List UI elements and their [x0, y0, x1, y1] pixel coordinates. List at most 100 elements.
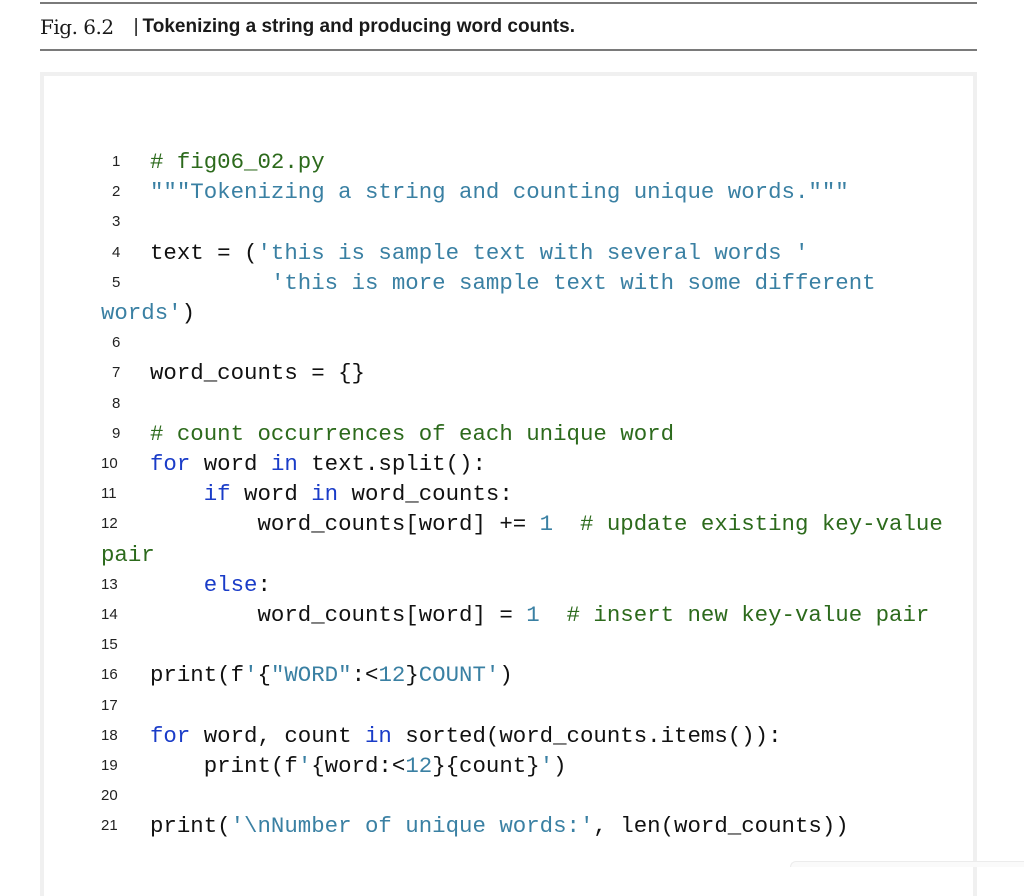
figure-title: Tokenizing a string and producing word c… — [134, 16, 575, 38]
code-line: 12 word_counts[word] += 1 # update exist… — [101, 509, 971, 539]
line-number: 3 — [112, 213, 121, 231]
code-text: text.split(): — [297, 451, 486, 478]
code-number: 12 — [405, 753, 433, 780]
line-number: 9 — [112, 424, 121, 442]
code-text: ) — [553, 753, 567, 780]
code-text: { — [257, 662, 271, 689]
code-comment: # fig06_02.py — [150, 149, 325, 175]
code-number: 1 — [539, 511, 554, 538]
code-comment: # count occurrences of each unique word — [150, 420, 675, 447]
line-number: 13 — [101, 575, 118, 593]
code-line: 13 else: — [101, 570, 971, 600]
line-number: 16 — [101, 666, 118, 684]
code-content: print('\nNumber of unique words:', len(w… — [150, 811, 849, 841]
code-line: 18 for word, count in sorted(word_counts.… — [101, 721, 971, 751]
code-content: print(f'{word:<12}{count}') — [150, 751, 567, 781]
code-line: 16 print(f'{"WORD":<12}COUNT') — [101, 660, 971, 690]
code-text: word_counts: — [338, 481, 513, 508]
code-keyword: in — [311, 481, 339, 508]
code-text: print(f — [150, 662, 245, 689]
code-text: {word:< — [311, 753, 406, 780]
code-line: 9 # count occurrences of each unique word — [101, 419, 971, 449]
code-text: :< — [351, 662, 379, 689]
code-line: 1 # fig06_02.py — [101, 147, 971, 177]
figure-caption: Fig. 6.2 Tokenizing a string and produci… — [40, 12, 575, 42]
line-number: 10 — [101, 455, 118, 473]
line-number: 6 — [112, 334, 121, 352]
line-number: 5 — [112, 273, 121, 291]
code-text: word_counts[word] += — [150, 511, 540, 538]
page-edge — [790, 861, 1024, 867]
code-comment: pair — [101, 541, 155, 568]
code-line: 3 — [101, 207, 971, 237]
code-line: 2 """Tokenizing a string and counting uni… — [101, 177, 971, 207]
code-text: ) — [181, 300, 196, 327]
code-string: ' — [244, 662, 258, 689]
code-line: 11 if word in word_counts: — [101, 479, 971, 509]
code-content: 'this is more sample text with some diff… — [150, 268, 876, 298]
code-text: sorted(word_counts.items()): — [391, 722, 782, 749]
code-keyword: in — [270, 451, 298, 478]
code-listing: 1 # fig06_02.py 2 """Tokenizing a string an… — [101, 147, 971, 842]
code-text: ) — [499, 662, 513, 689]
code-content: # count occurrences of each unique word — [150, 419, 674, 449]
code-line-wrap: words') — [101, 298, 971, 328]
code-content: word_counts = {} — [150, 358, 365, 388]
code-string: ' — [297, 753, 312, 780]
code-keyword: for — [150, 451, 191, 478]
line-number: 1 — [112, 153, 121, 170]
line-number: 4 — [112, 243, 121, 261]
code-text: } — [405, 662, 419, 689]
code-content: """Tokenizing a string and counting uniq… — [150, 177, 849, 207]
code-string: words' — [101, 300, 182, 327]
code-string: """Tokenizing a string and counting uniq… — [150, 179, 849, 206]
code-number: 1 — [526, 602, 540, 629]
code-string: "WORD" — [270, 662, 352, 689]
code-text: print( — [150, 813, 231, 840]
code-comment: # update existing key-value — [579, 511, 943, 538]
figure-number: Fig. 6.2 — [40, 15, 114, 39]
caption-top-rule — [40, 2, 977, 4]
code-line: 17 — [101, 691, 971, 721]
code-content: for word, count in sorted(word_counts.it… — [150, 721, 782, 751]
code-text: : — [257, 571, 271, 598]
line-number: 12 — [101, 515, 118, 533]
code-text: word — [190, 451, 271, 478]
line-number: 7 — [112, 364, 121, 382]
code-text: , len(word_counts)) — [593, 813, 849, 840]
code-content: for word in text.split(): — [150, 449, 486, 479]
code-content: word_counts[word] = 1 # insert new key-v… — [150, 600, 929, 630]
caption-bottom-rule — [40, 49, 977, 51]
code-comment: # insert new key-value pair — [566, 602, 930, 629]
code-content: print(f'{"WORD":<12}COUNT') — [150, 660, 513, 690]
code-line-wrap: pair — [101, 540, 971, 570]
code-line: 19 print(f'{word:<12}{count}') — [101, 751, 971, 781]
line-number: 15 — [101, 636, 118, 654]
code-keyword: for — [150, 722, 191, 749]
code-string: COUNT' — [418, 662, 500, 689]
line-number: 8 — [112, 394, 121, 412]
code-string: 'this is more sample text with some diff… — [270, 269, 876, 296]
code-line: 8 — [101, 389, 971, 419]
code-content: text = ('this is sample text with severa… — [150, 238, 808, 268]
line-number: 17 — [101, 696, 118, 714]
line-number: 19 — [101, 757, 118, 775]
code-text: word — [230, 481, 312, 508]
code-keyword: else — [203, 571, 258, 598]
code-string: 'this is sample text with several words … — [257, 239, 809, 266]
line-number: 11 — [101, 485, 117, 503]
line-number: 14 — [101, 606, 118, 624]
code-text: word_counts[word] = — [150, 602, 527, 629]
code-content: if word in word_counts: — [150, 479, 513, 509]
line-number: 2 — [112, 183, 121, 201]
code-keyword: in — [365, 722, 392, 749]
code-line: 10 for word in text.split(): — [101, 449, 971, 479]
line-number: 21 — [101, 817, 118, 835]
code-string: '\nNumber of unique words:' — [230, 813, 594, 840]
code-string: ' — [539, 753, 554, 780]
code-line: 20 — [101, 781, 971, 811]
